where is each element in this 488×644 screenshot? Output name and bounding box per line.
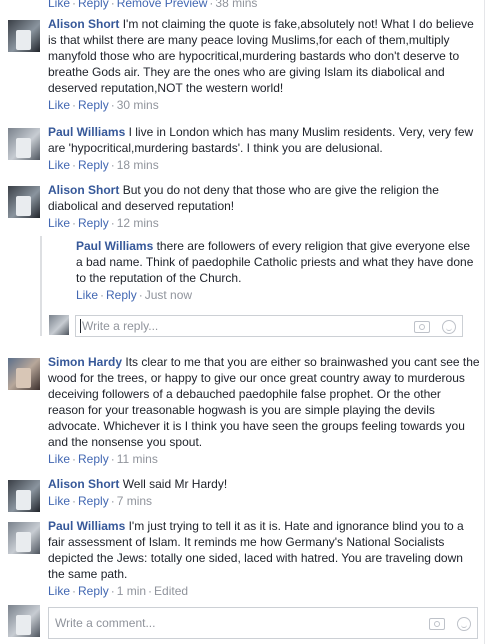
timestamp: 12 mins xyxy=(116,216,159,230)
camera-icon[interactable] xyxy=(414,320,430,333)
timestamp: 11 mins xyxy=(116,452,158,466)
like-link[interactable]: Like xyxy=(48,0,70,10)
timestamp: 18 mins xyxy=(116,158,159,172)
emoji-icon[interactable] xyxy=(457,616,471,631)
comment-body: Paul Williams I'm just trying to tell it… xyxy=(48,519,464,598)
avatar[interactable] xyxy=(8,522,40,554)
timestamp: Just now xyxy=(144,288,193,302)
commenter-name[interactable]: Paul Williams xyxy=(76,239,153,253)
commenter-name[interactable]: Paul Williams xyxy=(48,125,125,139)
comment-text: Its clear to me that you are either so b… xyxy=(48,355,480,449)
reply-link[interactable]: Reply xyxy=(78,0,109,10)
timestamp: 30 mins xyxy=(116,98,159,112)
timestamp: 38 mins xyxy=(215,0,258,10)
reply-input[interactable]: Write a reply... xyxy=(75,315,463,337)
comment-placeholder: Write a comment... xyxy=(55,616,156,630)
emoji-icon[interactable] xyxy=(442,319,456,334)
commenter-name[interactable]: Alison Short xyxy=(48,477,119,491)
avatar xyxy=(49,315,69,335)
reply-link[interactable]: Reply xyxy=(78,216,109,230)
like-link[interactable]: Like xyxy=(76,288,98,302)
reply-input-icons xyxy=(414,318,456,334)
comment-body: Paul Williams I live in London which has… xyxy=(48,125,474,172)
text-caret xyxy=(80,319,81,333)
reply-link[interactable]: Reply xyxy=(78,98,109,112)
top-actions: Like · Reply · Remove Preview · 38 mins xyxy=(48,0,488,10)
like-link[interactable]: Like xyxy=(48,584,70,598)
like-link[interactable]: Like xyxy=(48,98,70,112)
reply-placeholder: Write a reply... xyxy=(82,319,159,333)
avatar[interactable] xyxy=(8,20,40,52)
timestamp: 7 mins xyxy=(116,494,153,508)
commenter-name[interactable]: Alison Short xyxy=(48,17,119,31)
reply-link[interactable]: Reply xyxy=(78,452,109,466)
commenter-name[interactable]: Alison Short xyxy=(48,183,119,197)
comment-body: Alison Short Well said Mr Hardy! Like · Re… xyxy=(48,477,228,508)
comment-body: Paul Williams there are followers of eve… xyxy=(76,239,474,302)
right-border xyxy=(484,0,485,644)
commenter-name[interactable]: Simon Hardy xyxy=(48,355,122,369)
comment-input[interactable]: Write a comment... xyxy=(48,607,478,639)
camera-icon[interactable] xyxy=(429,617,445,630)
commenter-name[interactable]: Paul Williams xyxy=(48,519,125,533)
avatar[interactable] xyxy=(8,480,40,512)
reply-thread-line xyxy=(40,236,42,336)
like-link[interactable]: Like xyxy=(48,452,70,466)
remove-preview-link[interactable]: Remove Preview xyxy=(117,0,208,10)
reply-link[interactable]: Reply xyxy=(78,584,109,598)
timestamp: 1 min xyxy=(116,584,147,598)
avatar[interactable] xyxy=(8,186,40,218)
edited-label[interactable]: Edited xyxy=(154,584,188,598)
reply-link[interactable]: Reply xyxy=(78,494,109,508)
reply-link[interactable]: Reply xyxy=(78,158,109,172)
avatar[interactable] xyxy=(8,128,40,160)
comment-text: Well said Mr Hardy! xyxy=(122,477,228,491)
avatar xyxy=(8,605,40,637)
reply-link[interactable]: Reply xyxy=(106,288,137,302)
comment-body: Simon Hardy Its clear to me that you are… xyxy=(48,355,480,466)
avatar[interactable] xyxy=(8,358,40,390)
like-link[interactable]: Like xyxy=(48,494,70,508)
comment-input-icons xyxy=(429,615,471,631)
comment-body: Alison Short But you do not deny that th… xyxy=(48,183,439,230)
like-link[interactable]: Like xyxy=(48,216,70,230)
comment-body: Alison Short I'm not claiming the quote … xyxy=(48,17,474,112)
like-link[interactable]: Like xyxy=(48,158,70,172)
